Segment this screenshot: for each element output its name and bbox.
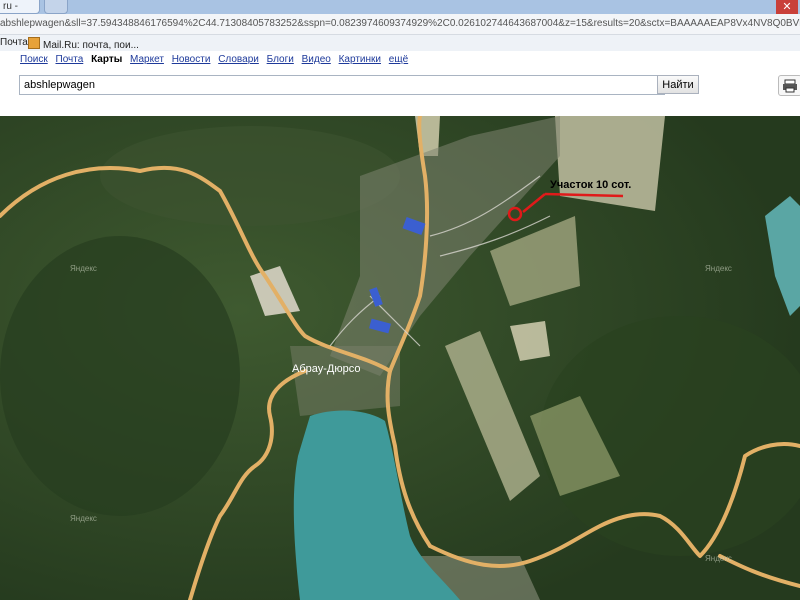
service-nav: Поиск Почта Карты Маркет Новости Словари… [20, 54, 413, 65]
nav-item-search[interactable]: Поиск [20, 54, 48, 65]
nav-item-dictionaries[interactable]: Словари [218, 54, 259, 65]
nav-item-more[interactable]: ещё [389, 54, 408, 65]
map-canvas[interactable]: Участок 10 сот. Абрау-Дюрсо Яндекс Яндек… [0, 116, 800, 600]
browser-tab-active[interactable]: ru - Почт [0, 0, 40, 25]
bookmark-label: Mail.Ru: почта, пои... [43, 40, 139, 51]
print-icon [783, 79, 797, 93]
forest-patch [0, 236, 240, 516]
nav-item-maps[interactable]: Карты [91, 54, 122, 65]
bookmarks-bar: Почта Mail.Ru: почта, пои... [0, 35, 800, 52]
nav-item-news[interactable]: Новости [172, 54, 211, 65]
settlement-area [290, 346, 400, 416]
browser-tab-bar: ru - Почт ✕ [0, 0, 800, 25]
forest-patch [100, 126, 400, 226]
bookmark-label: Почта [0, 37, 28, 48]
mailru-icon [28, 37, 40, 49]
find-button[interactable]: Найти [657, 75, 699, 94]
print-button[interactable] [778, 75, 800, 96]
yandex-watermark: Яндекс [70, 264, 97, 273]
browser-new-tab[interactable] [44, 0, 68, 14]
satellite-map[interactable]: Участок 10 сот. Абрау-Дюрсо Яндекс Яндек… [0, 116, 800, 600]
url-text[interactable]: abshlepwagen&sll=37.594348846176594%2C44… [0, 18, 800, 29]
yandex-header: Поиск Почта Карты Маркет Новости Словари… [0, 51, 800, 115]
window-close-button[interactable]: ✕ [776, 0, 798, 14]
search-input[interactable] [19, 75, 665, 95]
nav-item-images[interactable]: Картинки [339, 54, 381, 65]
yandex-watermark: Яндекс [705, 554, 732, 563]
nav-item-market[interactable]: Маркет [130, 54, 164, 65]
nav-item-mail[interactable]: Почта [56, 54, 84, 65]
yandex-watermark: Яндекс [70, 514, 97, 523]
plot-annotation-label: Участок 10 сот. [550, 179, 631, 191]
nav-item-video[interactable]: Видео [302, 54, 331, 65]
bookmark-mailru[interactable]: Mail.Ru: почта, пои... [28, 37, 139, 51]
yandex-watermark: Яндекс [705, 264, 732, 273]
address-bar[interactable]: abshlepwagen&sll=37.594348846176594%2C44… [0, 14, 800, 35]
bookmark-pochta[interactable]: Почта [0, 37, 28, 48]
nav-item-blogs[interactable]: Блоги [267, 54, 294, 65]
village-label[interactable]: Абрау-Дюрсо [292, 363, 360, 375]
